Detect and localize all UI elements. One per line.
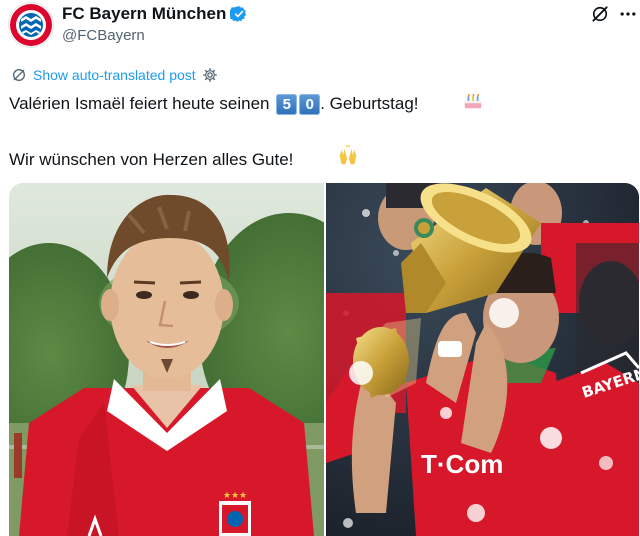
keycap-digit-five: 5 (276, 93, 298, 115)
author-avatar[interactable] (9, 3, 53, 47)
svg-text:★★★: ★★★ (223, 491, 247, 501)
post-text-segment: Wir wünschen von Herzen alles Gute! (9, 150, 294, 169)
translate-icon (13, 69, 25, 81)
trophy-celebration-photo[interactable]: BAYERN M T·Com · (326, 183, 639, 536)
grok-icon[interactable] (590, 4, 610, 24)
post-text-line-2: Wir wünschen von Herzen alles Gute! (9, 144, 484, 174)
author-handle[interactable]: @FCBayern (62, 27, 145, 44)
post-text-line-1: Valérien Ismaël feiert heute seinen 5 0 … (9, 90, 484, 118)
post-text: Valérien Ismaël feiert heute seinen 5 0 … (9, 90, 484, 174)
portrait-photo[interactable]: ★★★ (9, 183, 324, 536)
keycap-digit-zero: 0 (299, 93, 321, 115)
birthday-cake-emoji (425, 61, 485, 148)
fc-bayern-crest-icon (10, 4, 52, 46)
post-text-segment: Valérien Ismaël feiert heute seinen (9, 94, 275, 113)
post-media[interactable]: ★★★ BAYERN T·Com (9, 183, 639, 536)
post-text-segment: . Geburtstag! (320, 94, 419, 113)
show-translation-link[interactable]: Show auto-translated post (33, 67, 196, 83)
verified-badge-icon (230, 6, 247, 22)
more-icon[interactable] (618, 4, 638, 24)
author-display-name[interactable]: FC Bayern München (62, 4, 226, 24)
gear-icon[interactable] (202, 67, 218, 83)
svg-text:T·Com: T·Com (421, 449, 503, 479)
